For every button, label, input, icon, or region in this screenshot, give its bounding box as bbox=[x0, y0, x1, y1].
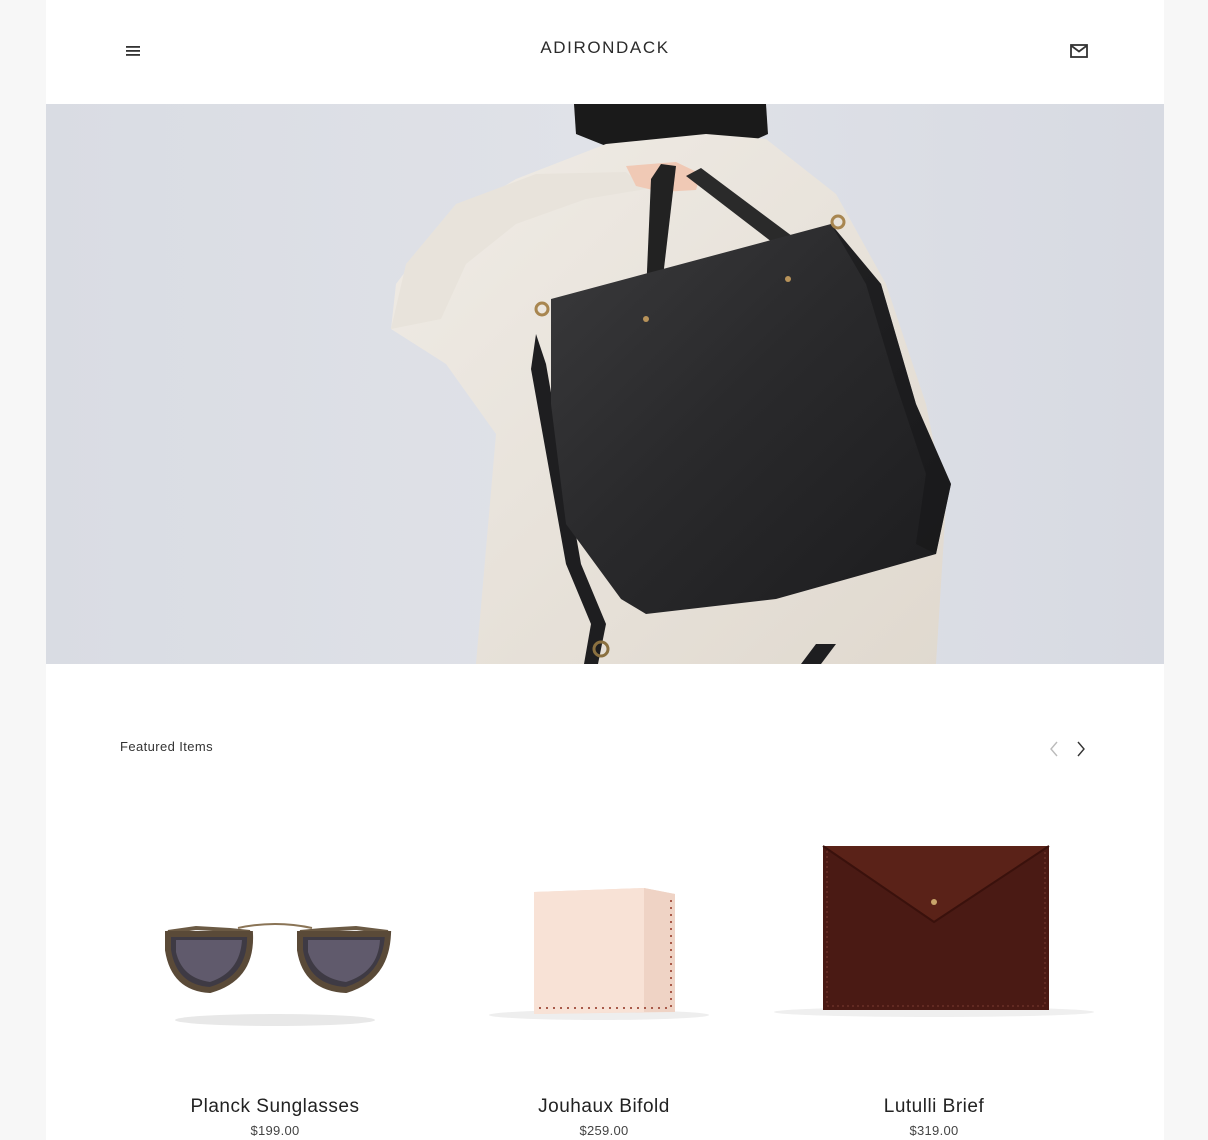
product-name[interactable]: Lutulli Brief bbox=[769, 1096, 1099, 1118]
brand-logo[interactable]: ADIRONDACK bbox=[46, 38, 1164, 58]
product-name[interactable]: Planck Sunglasses bbox=[110, 1096, 440, 1118]
featured-items-heading: Featured Items bbox=[120, 739, 214, 754]
hero-image bbox=[46, 104, 1164, 664]
product-image-sunglasses[interactable] bbox=[110, 800, 440, 1080]
page: ADIRONDACK Featured Items Planck Sunglas… bbox=[46, 0, 1164, 1140]
product-price: $259.00 bbox=[579, 1123, 629, 1138]
product-price: $319.00 bbox=[909, 1123, 959, 1138]
chevron-left-icon bbox=[1050, 741, 1058, 757]
product-card[interactable]: Planck Sunglasses $199.00 bbox=[110, 800, 440, 1140]
contact-button[interactable] bbox=[1066, 40, 1092, 62]
site-header: ADIRONDACK bbox=[46, 0, 1164, 104]
carousel-prev-button[interactable] bbox=[1044, 738, 1064, 760]
envelope-icon bbox=[1070, 44, 1088, 58]
chevron-right-icon bbox=[1077, 741, 1085, 757]
product-price: $199.00 bbox=[250, 1123, 300, 1138]
product-image-brief[interactable] bbox=[769, 800, 1099, 1080]
product-name[interactable]: Jouhaux Bifold bbox=[439, 1096, 769, 1118]
product-card[interactable]: Jouhaux Bifold $259.00 bbox=[439, 800, 769, 1140]
product-card[interactable]: Lutulli Brief $319.00 bbox=[769, 800, 1099, 1140]
carousel-next-button[interactable] bbox=[1071, 738, 1091, 760]
product-image-bifold[interactable] bbox=[439, 800, 769, 1080]
